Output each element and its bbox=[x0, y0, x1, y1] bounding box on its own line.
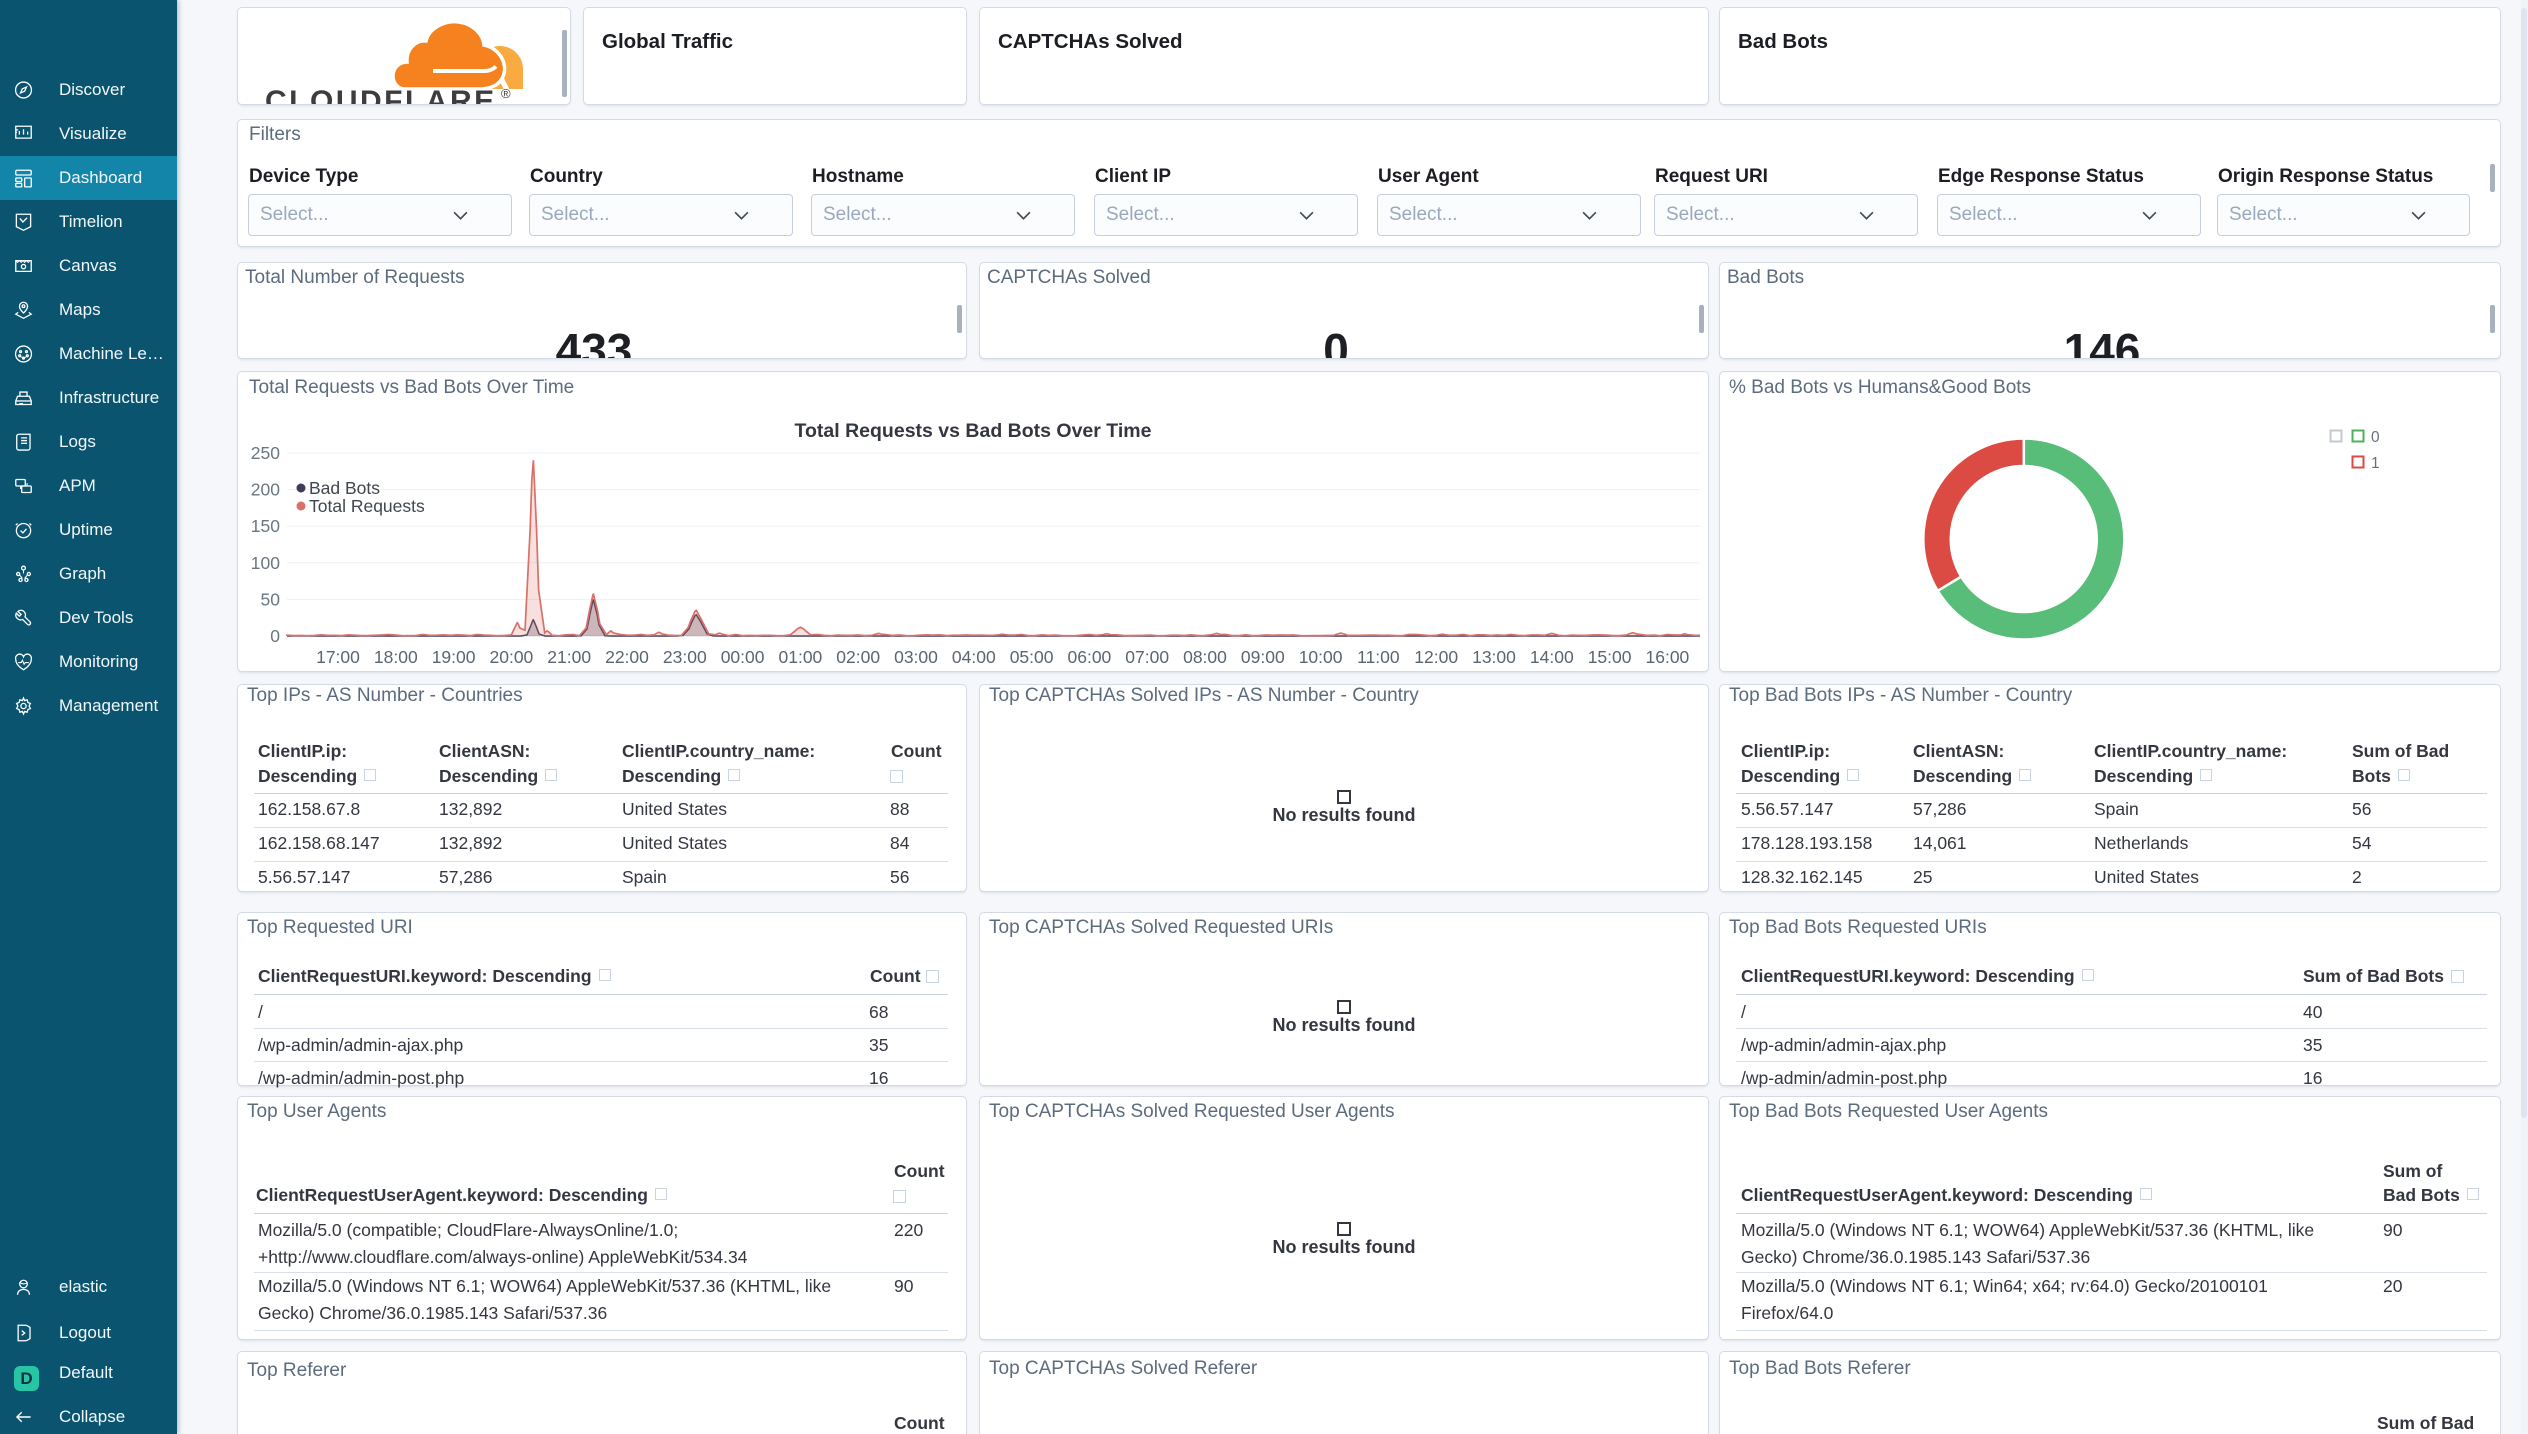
svg-text:09:00: 09:00 bbox=[1241, 647, 1285, 667]
svg-text:13:00: 13:00 bbox=[1472, 647, 1516, 667]
svg-text:03:00: 03:00 bbox=[894, 647, 938, 667]
svg-text:100: 100 bbox=[251, 553, 280, 573]
svg-text:06:00: 06:00 bbox=[1068, 647, 1112, 667]
svg-text:23:00: 23:00 bbox=[663, 647, 707, 667]
svg-text:10:00: 10:00 bbox=[1299, 647, 1343, 667]
svg-text:19:00: 19:00 bbox=[432, 647, 476, 667]
svg-text:18:00: 18:00 bbox=[374, 647, 418, 667]
svg-text:05:00: 05:00 bbox=[1010, 647, 1054, 667]
svg-text:01:00: 01:00 bbox=[779, 647, 823, 667]
svg-text:50: 50 bbox=[261, 589, 281, 609]
svg-text:200: 200 bbox=[251, 480, 280, 500]
svg-text:20:00: 20:00 bbox=[490, 647, 534, 667]
svg-text:14:00: 14:00 bbox=[1530, 647, 1574, 667]
svg-text:0: 0 bbox=[270, 626, 280, 646]
svg-text:150: 150 bbox=[251, 516, 280, 536]
svg-text:08:00: 08:00 bbox=[1183, 647, 1227, 667]
svg-text:17:00: 17:00 bbox=[316, 647, 360, 667]
svg-text:22:00: 22:00 bbox=[605, 647, 649, 667]
svg-text:Bad Bots: Bad Bots bbox=[309, 478, 380, 498]
svg-text:15:00: 15:00 bbox=[1588, 647, 1632, 667]
svg-text:02:00: 02:00 bbox=[836, 647, 880, 667]
svg-text:00:00: 00:00 bbox=[721, 647, 765, 667]
svg-text:21:00: 21:00 bbox=[547, 647, 591, 667]
svg-text:11:00: 11:00 bbox=[1357, 647, 1400, 667]
svg-text:0: 0 bbox=[2371, 429, 2380, 446]
svg-text:250: 250 bbox=[251, 443, 280, 463]
svg-text:04:00: 04:00 bbox=[952, 647, 996, 667]
svg-text:Total Requests: Total Requests bbox=[309, 496, 425, 516]
svg-text:07:00: 07:00 bbox=[1125, 647, 1169, 667]
svg-text:1: 1 bbox=[2371, 455, 2380, 472]
svg-text:12:00: 12:00 bbox=[1414, 647, 1458, 667]
svg-text:Total Requests vs Bad Bots Ove: Total Requests vs Bad Bots Over Time bbox=[795, 420, 1152, 442]
svg-text:16:00: 16:00 bbox=[1646, 647, 1690, 667]
